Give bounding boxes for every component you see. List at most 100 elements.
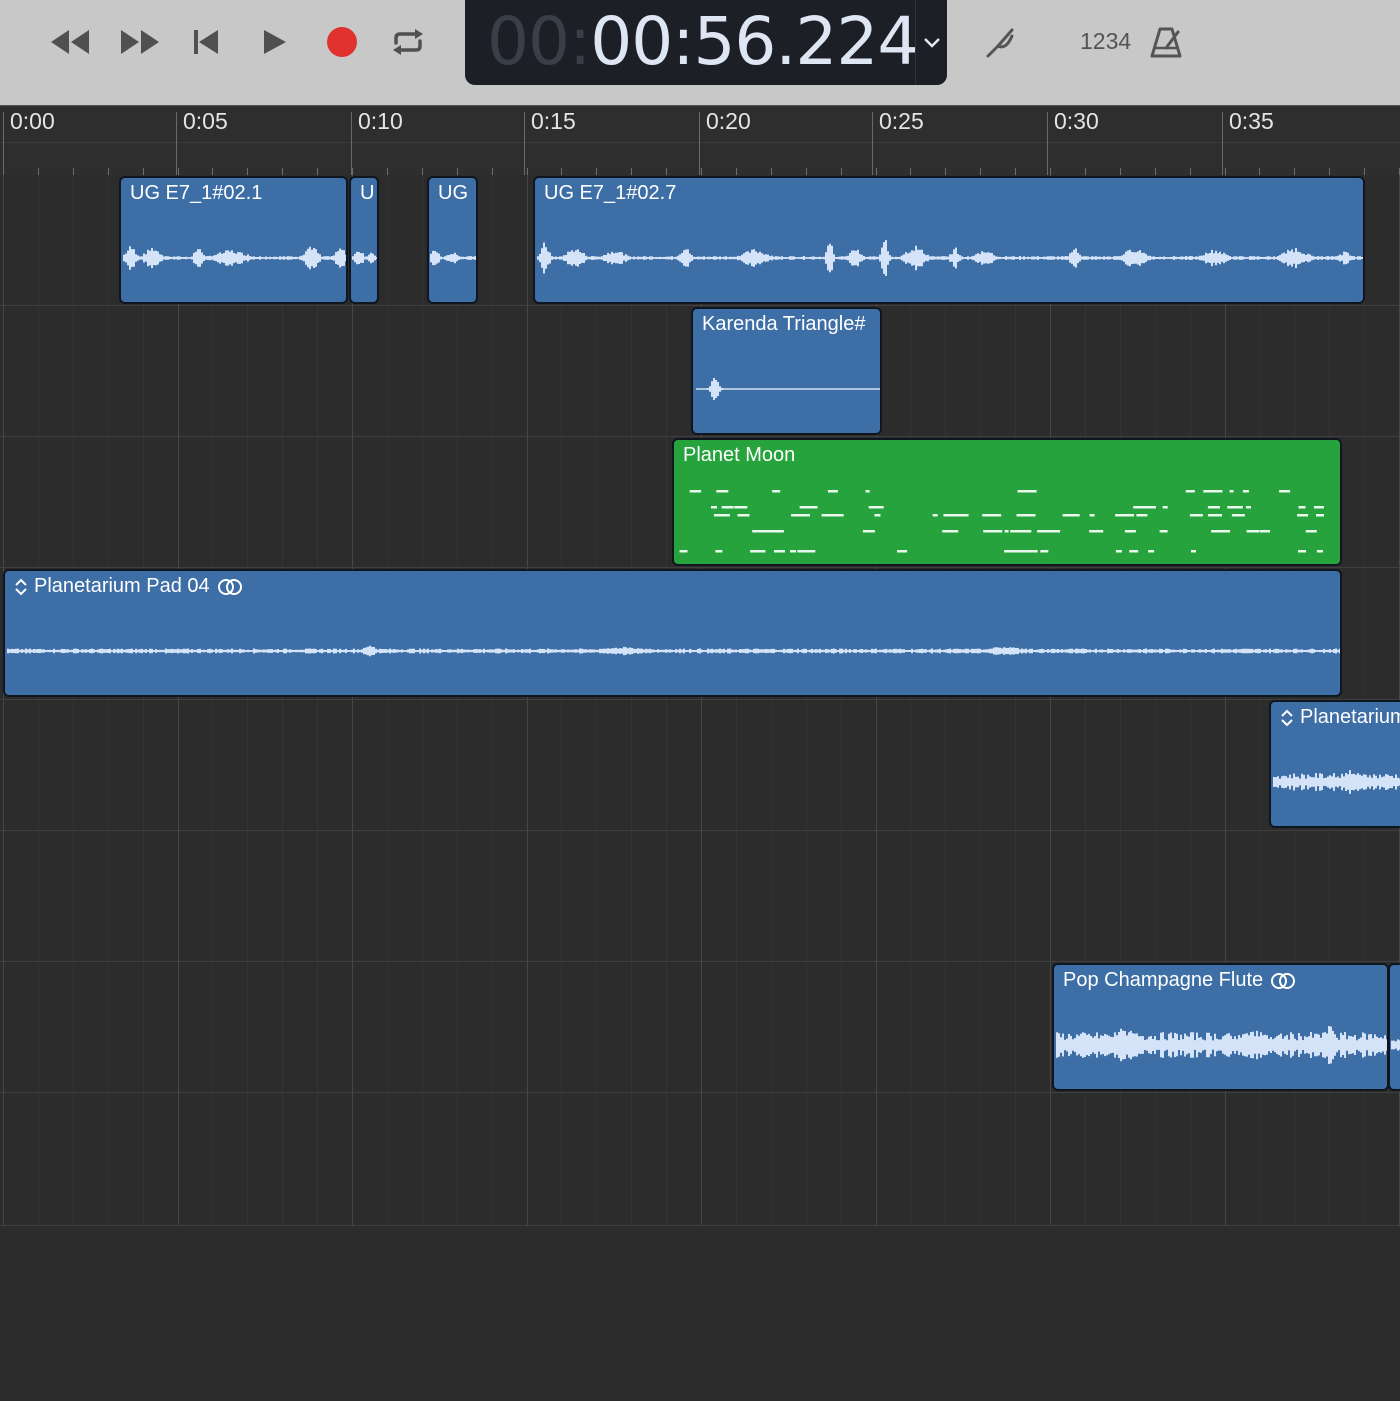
expand-collapse-icon [15,578,27,595]
play-button[interactable] [248,16,300,68]
audio-region[interactable]: Karenda Triangle# [691,307,882,435]
grid-line [3,175,4,1225]
go-to-beginning-button[interactable] [180,16,232,68]
expand-collapse-icon [1281,709,1293,726]
ruler-label-10: 0:10 [358,108,403,134]
region-header: Pop Champagne Flute [1063,969,1297,992]
region-name: Pop Champagne Flute [1063,969,1264,991]
grid-line [73,175,74,1225]
ruler-label-25: 0:25 [879,108,924,134]
audio-waveform [1391,1039,1400,1051]
ruler-label-5: 0:05 [183,108,228,134]
ruler-label-15: 0:15 [531,108,576,134]
audio-region[interactable]: UG E7_1#02.7 [533,176,1365,304]
control-bar: 00:00:56.224 1234 [0,0,1400,105]
loop-icon [1271,972,1296,989]
region-name: UG E7_1#02.1 [130,182,263,204]
cycle-icon [393,29,423,55]
grid-line [247,175,248,1225]
grid-line [666,175,667,1225]
grid-line [945,175,946,1225]
grid-line [1050,175,1051,1225]
ruler-line-10 [351,112,352,178]
grid-line [143,175,144,1225]
ruler-label-35: 0:35 [1229,108,1274,134]
region-name: Planetarium [1300,706,1400,728]
track-lane-divider [0,699,1400,700]
record-icon [327,27,357,57]
lcd-mode-dropdown[interactable] [917,0,947,85]
cycle-button[interactable] [382,16,434,68]
region-name: Planetarium Pad 04 [34,575,210,597]
grid-line [596,175,597,1225]
ruler-line-30 [1047,112,1048,178]
lcd-time-value: 00:56.224 [590,3,919,80]
lcd-divider [915,0,916,85]
lcd-time-display[interactable]: 00:00:56.224 [465,0,947,85]
ruler-line-15 [524,112,525,178]
region-name: Karenda Triangle# [702,313,866,335]
track-lane-divider [0,305,1400,306]
audio-region[interactable]: U [349,176,379,304]
midi-region[interactable]: Planet Moon [672,438,1342,566]
ruler-line-35 [1222,112,1223,178]
empty-track-area[interactable] [0,1225,1400,1401]
lcd-time-hours: 00: [487,3,591,80]
grid-line [387,175,388,1225]
region-name: U [360,182,375,204]
grid-line [317,175,318,1225]
ruler-line-5 [176,112,177,178]
track-lane-divider [0,961,1400,962]
grid-line [561,175,562,1225]
metronome-button[interactable] [1140,16,1192,68]
track-lane-divider [0,830,1400,831]
grid-line [422,175,423,1225]
ruler-label-0: 0:00 [10,108,55,134]
grid-line [1015,175,1016,1225]
ruler-label-20: 0:20 [706,108,751,134]
track-lane-divider [0,436,1400,437]
region-name: UG [438,182,468,204]
grid-line [457,175,458,1225]
fast-forward-button[interactable] [114,16,166,68]
grid-line [631,175,632,1225]
track-lane-divider [0,567,1400,568]
tracks-area[interactable]: UG E7_1#02.1 U UG UG E7_1#02.7 Karenda T… [0,175,1400,1225]
ruler-line-0 [3,112,4,178]
loop-icon [217,578,242,595]
grid-line [352,175,353,1225]
grid-line [527,175,528,1225]
grid-line [282,175,283,1225]
ruler-label-30: 0:30 [1054,108,1099,134]
grid-line [108,175,109,1225]
grid-line [910,175,911,1225]
audio-region[interactable]: Planetarium Pad 04 [3,569,1342,697]
audio-region[interactable]: UG E7_1#02.1 [119,176,348,304]
region-name: Planet Moon [683,444,796,466]
audio-region[interactable]: UG [427,176,478,304]
grid-line [178,175,179,1225]
audio-region[interactable]: Planetarium [1269,700,1400,828]
region-header: Planetarium Pad 04 [14,575,244,598]
region-name: UG E7_1#02.7 [544,182,677,204]
region-header: Planetarium [1280,706,1400,729]
ruler-line-20 [699,112,700,178]
lcd-time-text: 00:00:56.224 [487,2,919,82]
count-in-button[interactable]: 1234 [1080,28,1131,55]
grid-line [38,175,39,1225]
grid-line [212,175,213,1225]
grid-line [980,175,981,1225]
rewind-button[interactable] [44,16,96,68]
rewind-icon [51,30,89,54]
record-button[interactable] [316,16,368,68]
play-icon [264,30,286,54]
track-lane-divider [0,1092,1400,1093]
tuning-fork-icon [986,28,1014,58]
timeline-ruler[interactable]: 0:00 0:05 0:10 0:15 0:20 0:25 0:30 0:35 [0,105,1400,178]
metronome-icon [1150,27,1182,58]
tuner-button[interactable] [974,16,1026,68]
skip-to-start-icon [194,30,218,54]
audio-region[interactable] [1388,963,1400,1091]
ruler-baseline [0,142,1400,143]
audio-region[interactable]: Pop Champagne Flute [1052,963,1389,1091]
